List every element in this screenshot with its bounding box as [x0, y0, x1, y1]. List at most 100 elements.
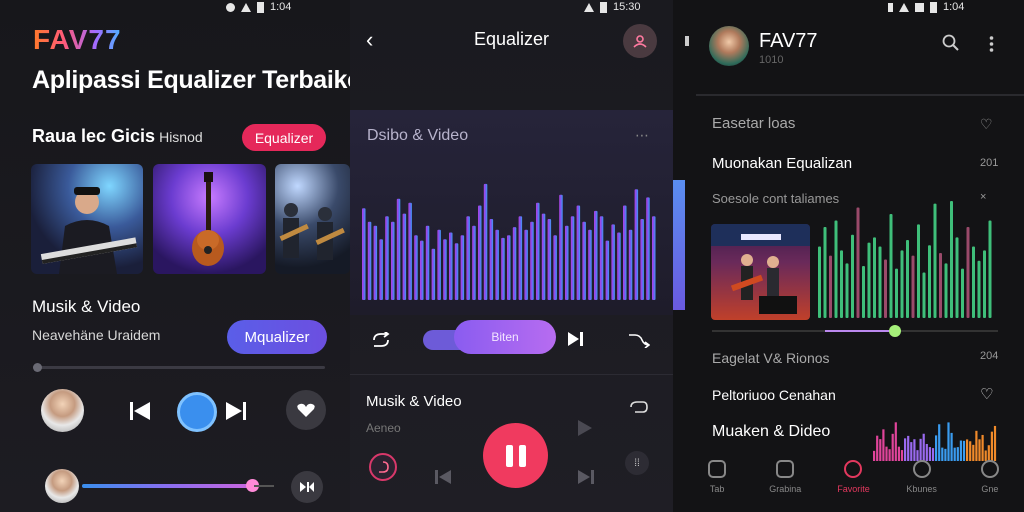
thumbnail-guitar[interactable] — [153, 164, 266, 274]
spectrum-bar — [891, 433, 894, 461]
eq-bar — [983, 250, 986, 318]
lyrics-button[interactable] — [369, 453, 397, 481]
more-icon[interactable]: ⋯ — [635, 127, 649, 144]
avatar[interactable] — [41, 389, 84, 432]
spectrum-bar — [907, 435, 910, 461]
eq-bar — [961, 268, 964, 318]
spectrum-bar — [947, 422, 950, 461]
avatar[interactable] — [709, 26, 749, 66]
shuffle-icon[interactable] — [628, 332, 650, 348]
play-button[interactable] — [177, 392, 217, 432]
equalizer-action-button[interactable]: Mqualizer — [227, 320, 327, 354]
eq-bar — [478, 205, 482, 300]
thumbnail-band[interactable] — [275, 164, 350, 274]
section-title-small: Hisnod — [159, 129, 203, 145]
search-icon[interactable] — [942, 34, 960, 52]
eq-bar — [972, 246, 975, 318]
eq-bar — [628, 229, 633, 300]
previous-icon[interactable] — [130, 402, 150, 420]
eq-bar — [576, 205, 581, 300]
band-image — [279, 203, 345, 260]
eq-bar — [396, 198, 401, 300]
volume-slider[interactable] — [712, 325, 998, 337]
eq-bar — [862, 266, 865, 318]
equalizer-pill-button[interactable]: Equalizer — [242, 124, 326, 151]
app-subtitle: 1010 — [759, 54, 784, 66]
battery-icon — [600, 1, 607, 13]
profile-button[interactable] — [623, 24, 657, 58]
eq-bar — [944, 263, 948, 318]
progress-remaining — [254, 485, 274, 487]
spectrum-bar — [876, 435, 879, 461]
eq-bar — [829, 255, 832, 318]
wifi-icon — [241, 2, 251, 12]
eq-bar — [599, 216, 604, 300]
section-title-text: Raua lec Gicis — [32, 126, 156, 146]
next-icon[interactable] — [578, 470, 594, 484]
album-art[interactable] — [711, 224, 810, 320]
spectrum-bar — [913, 439, 916, 461]
more-options-button[interactable]: ⁞⁞ — [625, 451, 649, 475]
loop-icon[interactable] — [628, 400, 648, 414]
eq-bar — [906, 240, 909, 318]
tab-home[interactable]: Tab — [687, 460, 747, 512]
list-item[interactable]: Muaken & Dideo — [712, 423, 830, 441]
list-item-meta[interactable]: ♡ — [980, 116, 993, 133]
eq-bar — [425, 225, 430, 300]
eq-bar — [594, 210, 598, 300]
eq-bar — [385, 216, 389, 300]
mini-avatar[interactable] — [45, 469, 79, 503]
favorite-icon — [844, 460, 863, 478]
next-icon[interactable] — [568, 332, 584, 346]
thumbnail-keyboardist[interactable] — [31, 164, 143, 274]
eq-bar — [895, 268, 898, 318]
list-item[interactable]: Muonakan Equalizan — [712, 155, 852, 172]
tab-label: Tab — [709, 484, 725, 494]
eq-bar — [472, 225, 476, 300]
list-item-meta[interactable]: ♡ — [980, 385, 993, 403]
eq-bar — [917, 224, 920, 318]
eq-bar — [966, 227, 970, 318]
spectrum-bar — [962, 440, 966, 461]
settings-icon — [980, 460, 999, 478]
eq-bar — [652, 216, 656, 300]
spectrum-bar — [993, 425, 997, 461]
playback-progress[interactable] — [82, 479, 259, 492]
mini-player-button[interactable] — [291, 471, 323, 503]
forward-icon[interactable] — [578, 420, 592, 436]
battery-icon — [257, 1, 264, 13]
equalizer-preset-label: Dsibo & Video — [367, 127, 469, 144]
tab-label: Favorite — [837, 484, 870, 494]
seek-knob[interactable] — [33, 363, 42, 372]
pause-button[interactable] — [483, 423, 548, 488]
list-item[interactable]: Eagelat V& Rionos — [712, 350, 830, 366]
bottom-navigation: Tab Grabina Favorite Kbunes Gne — [683, 460, 1024, 512]
seek-track[interactable] — [33, 363, 325, 372]
menu-icon[interactable] — [989, 36, 994, 52]
previous-icon[interactable] — [435, 470, 451, 484]
eq-bar — [928, 245, 931, 318]
header-divider — [696, 94, 1024, 96]
list-item[interactable]: Peltoriuoo Cenahan — [712, 387, 836, 403]
list-item[interactable]: Easetar loas — [712, 115, 795, 132]
eq-bar — [565, 225, 569, 300]
repeat-icon[interactable] — [370, 332, 392, 348]
tab-settings[interactable]: Gne — [960, 460, 1020, 512]
eq-bar — [867, 242, 871, 318]
discover-icon — [912, 460, 931, 478]
preset-slider-thumb[interactable]: Biten — [454, 320, 556, 354]
next-icon[interactable] — [226, 402, 246, 420]
tab-library[interactable]: Grabina — [755, 460, 815, 512]
wifi-icon — [584, 2, 594, 12]
spectrum-bar — [922, 433, 925, 461]
tab-favorite[interactable]: Favorite — [823, 460, 883, 512]
status-time: 15:30 — [613, 1, 641, 13]
eq-bar — [582, 221, 586, 300]
like-button[interactable] — [286, 390, 326, 430]
volume-knob[interactable] — [889, 325, 901, 337]
eq-bar — [617, 232, 621, 300]
eq-bar — [524, 229, 528, 300]
spectrum-bar — [879, 439, 882, 461]
spectrum-bar — [953, 447, 956, 461]
tab-discover[interactable]: Kbunes — [892, 460, 952, 512]
